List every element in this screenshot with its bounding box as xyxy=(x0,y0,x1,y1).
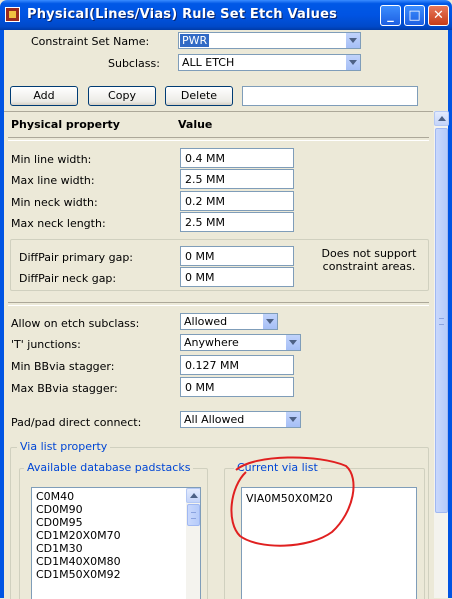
min-neck-width-label: Min neck width: xyxy=(11,196,98,209)
max-bbvia-stagger-label: Max BBvia stagger: xyxy=(11,382,118,395)
maximize-button[interactable]: □ xyxy=(404,5,425,26)
max-bbvia-stagger-input[interactable]: 0 MM xyxy=(180,377,294,397)
subclass-value: ALL ETCH xyxy=(182,56,235,69)
max-line-width-value: 2.5 MM xyxy=(185,173,225,186)
header-divider xyxy=(8,137,429,141)
diffpair-neck-gap-input[interactable]: 0 MM xyxy=(180,267,294,287)
minimize-button[interactable]: _ xyxy=(380,5,401,26)
list-item[interactable]: CD1M30 xyxy=(36,542,83,555)
delete-button[interactable]: Delete xyxy=(165,86,233,106)
min-line-width-input[interactable]: 0.4 MM xyxy=(180,148,294,168)
constraint-set-label: Constraint Set Name: xyxy=(31,35,150,48)
max-neck-length-input[interactable]: 2.5 MM xyxy=(180,212,294,232)
chevron-down-icon[interactable] xyxy=(345,33,360,48)
list-item[interactable]: C0M40 xyxy=(36,490,74,503)
allow-on-etch-subclass-label: Allow on etch subclass: xyxy=(11,317,140,330)
t-junctions-label: 'T' junctions: xyxy=(11,338,81,351)
min-neck-width-input[interactable]: 0.2 MM xyxy=(180,191,294,211)
min-line-width-value: 0.4 MM xyxy=(185,152,225,165)
minimize-icon: _ xyxy=(387,8,394,23)
min-neck-width-value: 0.2 MM xyxy=(185,195,225,208)
available-padstacks-label: Available database padstacks xyxy=(24,461,194,474)
list-item[interactable]: CD1M40X0M80 xyxy=(36,555,121,568)
diffpair-primary-gap-input[interactable]: 0 MM xyxy=(180,246,294,266)
annotation-circle xyxy=(230,456,355,547)
min-bbvia-stagger-value: 0.127 MM xyxy=(185,359,239,372)
copy-button[interactable]: Copy xyxy=(88,86,156,106)
section-divider xyxy=(8,302,429,306)
list-item[interactable]: CD0M95 xyxy=(36,516,83,529)
chevron-down-icon[interactable] xyxy=(285,335,300,350)
available-list-scroll-thumb[interactable] xyxy=(187,504,200,526)
constraint-set-value: PWR xyxy=(180,34,210,47)
pad-pad-direct-connect-select[interactable]: All Allowed xyxy=(180,411,301,428)
add-button[interactable]: Add xyxy=(10,86,78,106)
close-button[interactable]: ✕ xyxy=(428,5,449,26)
pad-pad-direct-connect-label: Pad/pad direct connect: xyxy=(11,416,142,429)
col-header-property: Physical property xyxy=(11,118,120,131)
chevron-down-icon[interactable] xyxy=(285,412,300,427)
max-line-width-input[interactable]: 2.5 MM xyxy=(180,169,294,189)
diffpair-neck-gap-label: DiffPair neck gap: xyxy=(19,272,117,285)
diffpair-primary-gap-label: DiffPair primary gap: xyxy=(19,251,134,264)
rule-name-input[interactable] xyxy=(242,86,418,106)
list-item[interactable]: CD1M20X0M70 xyxy=(36,529,121,542)
chevron-down-icon[interactable] xyxy=(262,314,277,329)
app-icon[interactable] xyxy=(5,7,20,22)
scroll-up-arrow-icon[interactable] xyxy=(434,111,449,126)
properties-panel: Physical property Value Min line width: … xyxy=(4,111,433,599)
constraint-set-select[interactable]: PWR xyxy=(178,32,361,49)
max-neck-length-value: 2.5 MM xyxy=(185,216,225,229)
t-junctions-select[interactable]: Anywhere xyxy=(180,334,301,351)
panel-scrollbar[interactable] xyxy=(433,111,449,598)
available-padstacks-list[interactable]: C0M40 CD0M90 CD0M95 CD1M20X0M70 CD1M30 C… xyxy=(31,487,201,599)
pad-pad-direct-connect-value: All Allowed xyxy=(184,413,245,426)
subclass-select[interactable]: ALL ETCH xyxy=(178,54,361,71)
min-bbvia-stagger-label: Min BBvia stagger: xyxy=(11,360,115,373)
window-title: Physical(Lines/Vias) Rule Set Etch Value… xyxy=(27,7,338,22)
chevron-down-icon[interactable] xyxy=(345,55,360,70)
panel-scroll-thumb[interactable] xyxy=(435,128,448,513)
max-bbvia-stagger-value: 0 MM xyxy=(185,381,215,394)
scroll-up-arrow-icon[interactable] xyxy=(186,488,200,503)
allow-on-etch-subclass-value: Allowed xyxy=(184,315,228,328)
col-header-value: Value xyxy=(178,118,213,131)
maximize-icon: □ xyxy=(408,8,421,23)
via-list-group-label: Via list property xyxy=(17,440,111,453)
max-neck-length-label: Max neck length: xyxy=(11,217,106,230)
available-list-scrollbar[interactable] xyxy=(186,488,200,599)
allow-on-etch-subclass-select[interactable]: Allowed xyxy=(180,313,278,330)
diffpair-note: Does not support constraint areas. xyxy=(321,247,417,273)
diffpair-primary-gap-value: 0 MM xyxy=(185,250,215,263)
close-icon: ✕ xyxy=(433,8,444,23)
list-item[interactable]: CD0M90 xyxy=(36,503,83,516)
min-bbvia-stagger-input[interactable]: 0.127 MM xyxy=(180,355,294,375)
list-item[interactable]: CD1M50X0M92 xyxy=(36,568,121,581)
min-line-width-label: Min line width: xyxy=(11,153,92,166)
diffpair-neck-gap-value: 0 MM xyxy=(185,271,215,284)
t-junctions-value: Anywhere xyxy=(184,336,239,349)
subclass-label: Subclass: xyxy=(108,57,160,70)
max-line-width-label: Max line width: xyxy=(11,174,95,187)
